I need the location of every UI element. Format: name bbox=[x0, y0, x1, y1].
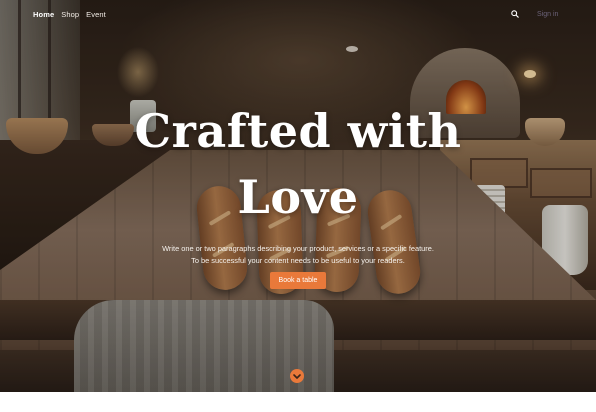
hero-description-line-1: Write one or two paragraphs describing y… bbox=[162, 244, 434, 253]
hero-description-line-2: To be successful your content needs to b… bbox=[191, 256, 405, 265]
nav-links: Home Shop Event bbox=[33, 10, 106, 19]
chevron-down-icon bbox=[293, 374, 301, 379]
hero-title: Crafted with Love bbox=[0, 98, 596, 230]
hero-section: Home Shop Event Sign in Crafted with Lov… bbox=[0, 0, 596, 392]
search-icon[interactable] bbox=[511, 10, 519, 18]
book-table-button[interactable]: Book a table bbox=[270, 272, 326, 289]
nav-link-shop[interactable]: Shop bbox=[61, 10, 79, 19]
nav-link-event[interactable]: Event bbox=[86, 10, 106, 19]
hero-title-line-1: Crafted with bbox=[134, 104, 462, 158]
top-navigation: Home Shop Event Sign in bbox=[0, 0, 596, 30]
hero-description: Write one or two paragraphs describing y… bbox=[140, 243, 456, 267]
hero-title-line-2: Love bbox=[237, 170, 359, 224]
sign-in-link[interactable]: Sign in bbox=[537, 11, 558, 18]
nav-link-home[interactable]: Home bbox=[33, 10, 54, 19]
scroll-down-button[interactable] bbox=[290, 369, 304, 383]
